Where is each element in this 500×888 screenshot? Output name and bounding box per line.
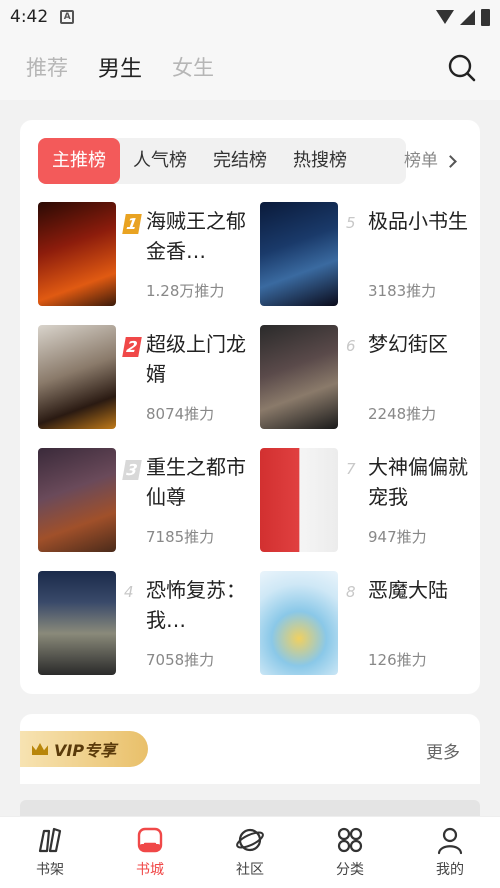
vip-more-link[interactable]: 更多 <box>426 738 460 763</box>
book-item[interactable]: 6 梦幻街区 2248推力 <box>260 325 480 429</box>
book-cover <box>260 448 338 552</box>
book-title: 恐怖复苏：我… <box>146 578 246 632</box>
rank-number: 6 <box>346 337 356 355</box>
bookshelf-icon <box>38 827 62 853</box>
tab-female[interactable]: 女生 <box>172 52 214 82</box>
book-item[interactable]: 3 重生之都市仙尊 7185推力 <box>38 448 258 552</box>
tab-hot-search-rank[interactable]: 热搜榜 <box>280 138 360 184</box>
rank-number: 8 <box>346 583 356 601</box>
book-cover <box>38 571 116 675</box>
book-item[interactable]: 8 恶魔大陆 126推力 <box>260 571 480 675</box>
nav-community[interactable]: 社区 <box>200 817 300 888</box>
book-title: 梦幻街区 <box>368 332 448 356</box>
nav-label: 书城 <box>136 862 164 878</box>
book-title: 超级上门龙婿 <box>146 332 246 386</box>
nav-label: 分类 <box>336 862 364 878</box>
ranking-more-link[interactable]: 榜单 <box>404 138 457 184</box>
notification-icon: A <box>60 10 75 24</box>
book-push-count: 3183推力 <box>368 282 437 300</box>
book-push-count: 2248推力 <box>368 405 437 423</box>
book-cover <box>260 202 338 306</box>
book-push-count: 7185推力 <box>146 528 215 546</box>
book-cover <box>260 571 338 675</box>
book-title: 恶魔大陆 <box>368 578 448 602</box>
tab-recommend[interactable]: 推荐 <box>26 52 68 82</box>
user-icon <box>437 827 463 855</box>
book-cover <box>260 325 338 429</box>
book-title: 大神偏偏就宠我 <box>368 455 468 509</box>
category-icon <box>337 827 363 853</box>
rank-badge: 3 <box>122 460 142 480</box>
status-bar: 4:42 A <box>0 0 500 34</box>
vip-badge-label: VIP专享 <box>54 741 117 760</box>
nav-bookshelf[interactable]: 书架 <box>0 817 100 888</box>
rank-badge: 2 <box>122 337 142 357</box>
bookstore-icon <box>137 827 163 853</box>
status-icons <box>436 8 490 26</box>
rank-number: 4 <box>124 583 134 601</box>
planet-icon <box>236 828 264 852</box>
rank-number: 5 <box>346 214 356 232</box>
battery-icon <box>481 8 490 26</box>
bottom-nav: 书架 书城 社区 分类 我的 <box>0 816 500 888</box>
rank-number: 7 <box>346 460 356 478</box>
book-item[interactable]: 5 极品小书生 3183推力 <box>260 202 480 306</box>
rank-badge: 1 <box>122 214 142 234</box>
book-title: 极品小书生 <box>368 209 468 233</box>
book-item[interactable]: 1 海贼王之郁金香… 1.28万推力 <box>38 202 258 306</box>
vip-badge: VIP专享 <box>20 731 148 767</box>
book-cover <box>38 448 116 552</box>
nav-label: 我的 <box>436 862 464 878</box>
book-item[interactable]: 2 超级上门龙婿 8074推力 <box>38 325 258 429</box>
book-title: 重生之都市仙尊 <box>146 455 246 509</box>
book-push-count: 947推力 <box>368 528 427 546</box>
status-time: 4:42 <box>10 7 49 27</box>
crown-icon <box>32 743 48 755</box>
book-push-count: 7058推力 <box>146 651 215 669</box>
book-push-count: 8074推力 <box>146 405 215 423</box>
ranking-more-label: 榜单 <box>404 151 438 171</box>
nav-category[interactable]: 分类 <box>300 817 400 888</box>
top-nav: 推荐 男生 女生 <box>0 34 500 100</box>
nav-profile[interactable]: 我的 <box>400 817 500 888</box>
tab-male[interactable]: 男生 <box>98 51 142 83</box>
book-item[interactable]: 7 大神偏偏就宠我 947推力 <box>260 448 480 552</box>
banner-peek <box>20 800 480 816</box>
nav-label: 社区 <box>236 862 264 878</box>
book-cover <box>38 202 116 306</box>
nav-bookstore[interactable]: 书城 <box>100 817 200 888</box>
book-cover <box>38 325 116 429</box>
tab-popular-rank[interactable]: 人气榜 <box>120 138 200 184</box>
tab-finished-rank[interactable]: 完结榜 <box>200 138 280 184</box>
wifi-icon <box>436 10 454 24</box>
book-item[interactable]: 4 恐怖复苏：我… 7058推力 <box>38 571 258 675</box>
ranking-card: 主推榜 人气榜 完结榜 热搜榜 榜单 1 海贼王之郁金香… 1.28万推力 2 … <box>20 120 480 694</box>
search-icon[interactable] <box>448 54 476 82</box>
ranking-tabs: 主推榜 人气榜 完结榜 热搜榜 <box>38 138 406 184</box>
book-title: 海贼王之郁金香… <box>146 209 246 263</box>
book-push-count: 1.28万推力 <box>146 282 225 300</box>
chevron-right-icon <box>444 154 457 168</box>
book-push-count: 126推力 <box>368 651 427 669</box>
vip-section: VIP专享 更多 <box>20 714 480 784</box>
tab-main-rank[interactable]: 主推榜 <box>38 138 120 184</box>
nav-label: 书架 <box>36 862 64 878</box>
signal-icon <box>460 9 475 25</box>
